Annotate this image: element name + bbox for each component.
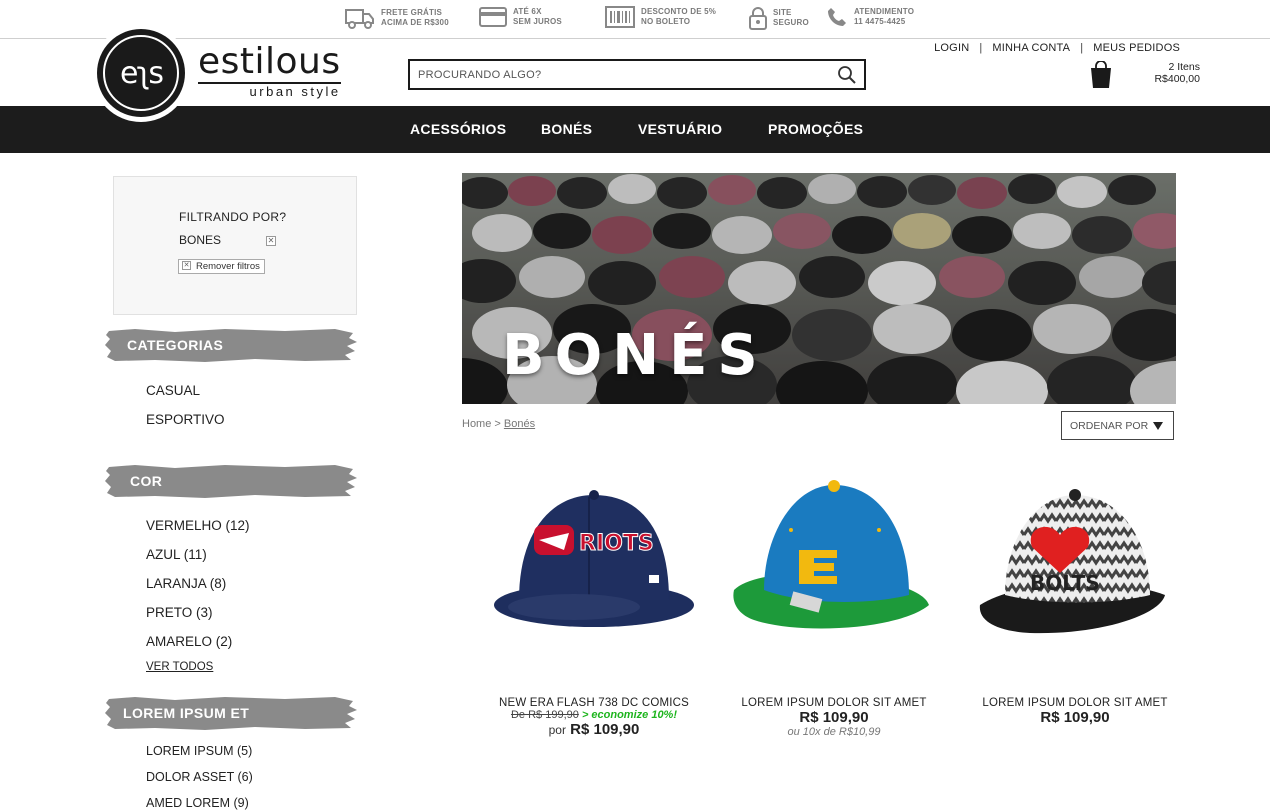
color-link-blue[interactable]: AZUL (11)	[146, 547, 207, 562]
product-price-row: por R$ 109,90	[479, 721, 709, 738]
search-bar	[408, 59, 866, 90]
price-prefix: por	[548, 723, 566, 737]
breadcrumb: Home > Bonés	[462, 418, 535, 430]
product-card[interactable]: BOLTS LOREM IPSUM DOLOR SIT AMET R$ 109,…	[960, 455, 1190, 726]
credit-card-icon	[479, 7, 507, 27]
color-title: COR	[130, 473, 163, 489]
sort-label: ORDENAR POR	[1070, 419, 1149, 432]
top-info-bar: FRETE GRÁTIS ACIMA DE R$300 ATÉ 6X SEM JUR…	[0, 0, 1270, 39]
brand-tagline: urban style	[198, 82, 341, 99]
category-link-sport[interactable]: ESPORTIVO	[146, 412, 225, 427]
product-card[interactable]: LOREM IPSUM DOLOR SIT AMET R$ 109,90 ou …	[719, 455, 949, 738]
product-image[interactable]: BOLTS	[960, 455, 1190, 685]
remove-filter-icon[interactable]: ✕	[266, 236, 276, 246]
boleto-discount-info: DESCONTO DE 5% NO BOLETO	[605, 6, 716, 28]
logo-mark: eʅs	[92, 24, 190, 122]
product-name[interactable]: LOREM IPSUM DOLOR SIT AMET	[719, 697, 949, 709]
other-section-title: LOREM IPSUM ET	[123, 705, 250, 721]
sort-dropdown[interactable]: ORDENAR POR	[1061, 411, 1174, 440]
active-filter-label: BONES	[179, 233, 222, 247]
cart-item-count: 2 Itens	[1168, 61, 1200, 73]
search-icon	[838, 65, 856, 84]
free-shipping-info: FRETE GRÁTIS ACIMA DE R$300	[345, 6, 449, 30]
barcode-icon	[605, 6, 635, 28]
phone-icon	[828, 8, 846, 26]
nav-item-accessories[interactable]: ACESSÓRIOS	[410, 106, 506, 153]
product-name[interactable]: LOREM IPSUM DOLOR SIT AMET	[960, 697, 1190, 709]
lock-icon	[749, 7, 767, 30]
cart[interactable]: 2 Itens R$400,00	[1090, 61, 1200, 89]
product-old-price: De R$ 199,90	[510, 709, 579, 721]
brand-name: estilous	[198, 41, 341, 82]
shopping-bag-icon	[1091, 61, 1111, 88]
breadcrumb-current[interactable]: Bonés	[504, 418, 535, 430]
other-link-3[interactable]: AMED LOREM (9)	[146, 796, 249, 810]
filters-title: FILTRANDO POR?	[179, 210, 287, 224]
color-link-orange[interactable]: LARANJA (8)	[146, 576, 226, 591]
main-nav: ACESSÓRIOS BONÉS VESTUÁRIO PROMOÇÕES	[0, 106, 1270, 153]
link-separator: |	[979, 42, 983, 54]
category-link-casual[interactable]: CASUAL	[146, 383, 200, 398]
login-link[interactable]: LOGIN	[934, 42, 969, 54]
product-image[interactable]: RIOTS	[479, 455, 709, 685]
color-link-black[interactable]: PRETO (3)	[146, 605, 213, 620]
category-banner: BONÉS	[462, 173, 1176, 404]
my-account-link[interactable]: MINHA CONTA	[992, 42, 1070, 54]
account-links: LOGIN | MINHA CONTA | MEUS PEDIDOS	[934, 42, 1180, 54]
dropdown-arrow-icon	[1153, 421, 1163, 430]
secure-site-info: SITE SEGURO	[749, 6, 809, 30]
link-separator: |	[1080, 42, 1084, 54]
product-price: R$ 109,90	[1040, 709, 1110, 726]
search-button[interactable]	[830, 61, 864, 88]
categories-title: CATEGORIAS	[127, 337, 224, 353]
product-installments: ou 10x de R$10,99	[787, 726, 881, 738]
product-price: R$ 109,90	[570, 721, 640, 738]
svg-text:BOLTS: BOLTS	[1030, 571, 1100, 595]
product-card[interactable]: RIOTS NEW ERA FLASH 738 DC COMICS De R$ …	[479, 455, 709, 738]
brand-wordmark: estilous urban style	[198, 44, 341, 99]
other-link-2[interactable]: DOLOR ASSET (6)	[146, 770, 253, 784]
active-filters-box: FILTRANDO POR? BONES ✕ ✕ Remover filtros	[113, 176, 357, 315]
breadcrumb-separator: >	[494, 418, 501, 430]
svg-text:RIOTS: RIOTS	[579, 531, 654, 556]
truck-icon	[345, 9, 374, 29]
support-info: ATENDIMENTO 11 4475-4425	[826, 6, 914, 28]
other-link-1[interactable]: LOREM IPSUM (5)	[146, 744, 252, 758]
breadcrumb-home[interactable]: Home	[462, 418, 491, 430]
color-link-red[interactable]: VERMELHO (12)	[146, 518, 250, 533]
nav-item-promotions[interactable]: PROMOÇÕES	[768, 106, 863, 153]
close-icon: ✕	[182, 261, 191, 270]
color-link-yellow[interactable]: AMARELO (2)	[146, 634, 232, 649]
nav-item-caps[interactable]: BONÉS	[541, 106, 592, 153]
product-name[interactable]: NEW ERA FLASH 738 DC COMICS	[479, 697, 709, 709]
section-header-color: COR	[105, 463, 357, 499]
product-image[interactable]	[719, 455, 949, 685]
logo[interactable]: eʅs estilous urban style	[92, 24, 341, 122]
product-old-price-row: De R$ 199,90 > economize 10%!	[479, 709, 709, 721]
product-price: R$ 109,90	[799, 709, 869, 726]
installments-info: ATÉ 6X SEM JUROS	[479, 6, 562, 28]
section-header-other: LOREM IPSUM ET	[105, 695, 357, 731]
nav-item-apparel[interactable]: VESTUÁRIO	[638, 106, 722, 153]
remove-filters-label: Remover filtros	[196, 261, 260, 272]
my-orders-link[interactable]: MEUS PEDIDOS	[1093, 42, 1180, 54]
search-input[interactable]	[410, 61, 830, 88]
cart-total: R$400,00	[1154, 73, 1200, 85]
remove-filters-button[interactable]: ✕ Remover filtros	[178, 259, 265, 274]
see-all-colors-link[interactable]: VER TODOS	[146, 661, 213, 673]
product-discount: > economize 10%!	[581, 709, 678, 721]
banner-title: BONÉS	[502, 323, 768, 388]
section-header-categories: CATEGORIAS	[105, 327, 357, 363]
